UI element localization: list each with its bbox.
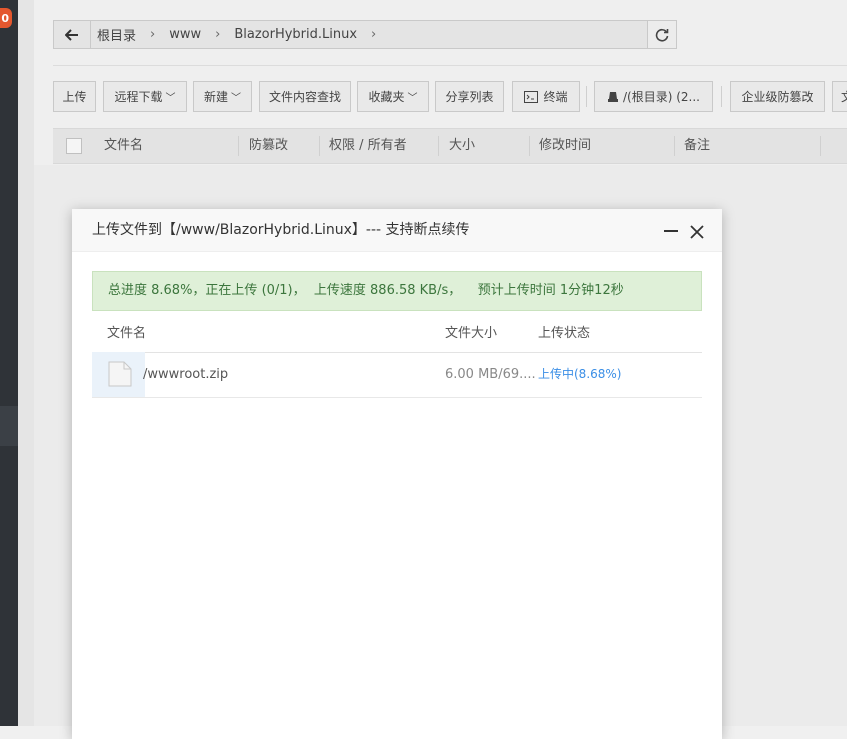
file-thumbnail [92, 352, 145, 397]
column-header: 上传状态 [538, 326, 591, 341]
notification-badge[interactable]: 0 [0, 8, 12, 28]
column-divider [438, 136, 439, 156]
column-divider [319, 136, 320, 156]
breadcrumb-project[interactable]: BlazorHybrid.Linux [234, 27, 357, 42]
more-button[interactable]: 文 [832, 81, 847, 112]
content-search-button[interactable]: 文件内容查找 [259, 81, 351, 112]
share-list-label: 分享列表 [445, 90, 494, 104]
refresh-icon [655, 28, 669, 42]
upload-button[interactable]: 上传 [53, 81, 96, 112]
dialog-title: 上传文件到【/www/BlazorHybrid.Linux】--- 支持断点续传 [92, 222, 470, 238]
column-header[interactable]: 权限 / 所有者 [329, 129, 407, 163]
chevron-down-icon: ﹀ [165, 93, 176, 104]
close-icon[interactable] [686, 221, 708, 243]
upload-progress-summary: 总进度 8.68%，正在上传 (0/1)， 上传速度 886.58 KB/s， … [92, 271, 702, 311]
chevron-down-icon: ﹀ [407, 93, 418, 104]
toolbar-separator [586, 86, 587, 107]
more-label: 文 [841, 88, 847, 105]
file-table-header: 文件名 防篡改 权限 / 所有者 大小 修改时间 备注 [53, 128, 847, 164]
column-header[interactable]: 文件名 [104, 129, 143, 163]
sidebar-gap [18, 0, 34, 726]
new-label: 新建 [203, 90, 228, 104]
select-all-checkbox[interactable] [66, 138, 82, 154]
tamper-button[interactable]: 企业级防篡改 [730, 81, 825, 112]
breadcrumb: 根目录 › www › BlazorHybrid.Linux › [91, 25, 390, 44]
refresh-button[interactable] [647, 20, 677, 49]
tamper-label: 企业级防篡改 [741, 90, 814, 104]
column-header[interactable]: 大小 [449, 129, 475, 163]
remote-download-label: 远程下载 [114, 90, 163, 104]
upload-file-row: /wwwroot.zip 6.00 MB/69.... 上传中(8.68%) [92, 352, 702, 398]
column-header: 文件名 [107, 326, 147, 341]
breadcrumb-root[interactable]: 根目录 [97, 25, 136, 44]
divider [53, 65, 847, 66]
toolbar-separator [721, 86, 722, 107]
terminal-button[interactable]: 终端 [512, 81, 580, 112]
breadcrumb-separator: › [215, 27, 221, 42]
column-header: 备注 [684, 138, 711, 153]
upload-status: 上传中(8.68%) [538, 367, 622, 381]
disk-icon [608, 91, 618, 102]
share-list-button[interactable]: 分享列表 [435, 81, 504, 112]
column-divider [674, 136, 675, 156]
content-search-label: 文件内容查找 [268, 90, 341, 104]
breadcrumb-www[interactable]: www [169, 27, 201, 42]
file-size: 6.00 MB/69.... [445, 367, 536, 382]
terminal-label: 终端 [543, 90, 568, 104]
column-header[interactable]: 修改时间 [539, 129, 591, 163]
favorites-button[interactable]: 收藏夹 ﹀ [357, 81, 429, 112]
file-name: /wwwroot.zip [143, 367, 229, 382]
breadcrumb-separator: › [371, 27, 377, 42]
column-header[interactable]: 防篡改 [249, 129, 288, 163]
arrow-left-icon [65, 28, 78, 41]
favorites-label: 收藏夹 [368, 90, 405, 104]
dialog-header: 上传文件到【/www/BlazorHybrid.Linux】--- 支持断点续传 [72, 209, 722, 252]
upload-dialog: 上传文件到【/www/BlazorHybrid.Linux】--- 支持断点续传… [72, 209, 722, 739]
column-divider [529, 136, 530, 156]
breadcrumb-separator: › [150, 27, 156, 42]
remote-download-button[interactable]: 远程下载 ﹀ [103, 81, 187, 112]
sidebar-active-item[interactable] [0, 406, 18, 446]
path-bar: 根目录 › www › BlazorHybrid.Linux › [53, 20, 677, 49]
upload-label: 上传 [62, 90, 87, 104]
disk-label: /(根目录) (2... [623, 90, 700, 104]
back-button[interactable] [54, 21, 91, 48]
column-divider [820, 136, 821, 156]
file-icon [108, 361, 132, 387]
left-sidebar: 0 [0, 0, 18, 726]
terminal-icon [524, 90, 539, 103]
upload-file-header: 文件名 文件大小 上传状态 [92, 321, 702, 353]
new-button[interactable]: 新建 ﹀ [193, 81, 252, 112]
chevron-down-icon: ﹀ [231, 93, 241, 104]
column-divider [238, 136, 239, 156]
disk-button[interactable]: /(根目录) (2... [594, 81, 713, 112]
minimize-icon[interactable] [664, 230, 678, 232]
column-header: 文件大小 [445, 326, 498, 341]
